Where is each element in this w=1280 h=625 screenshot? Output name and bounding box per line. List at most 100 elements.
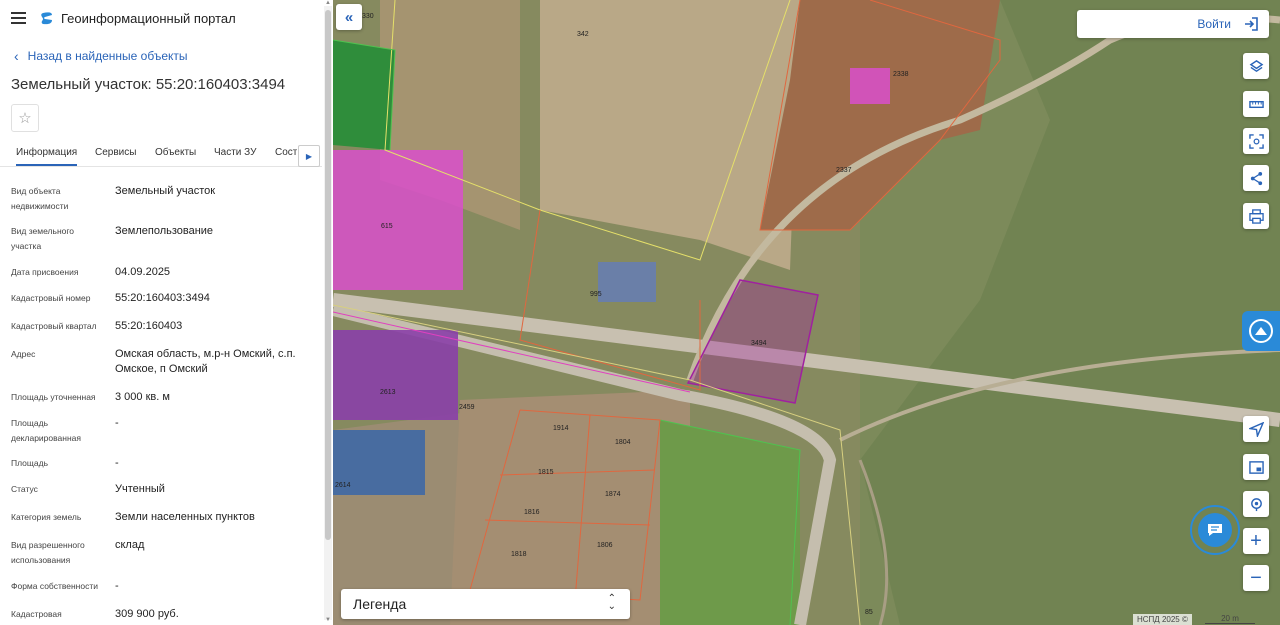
property-value: склад xyxy=(115,539,145,551)
top-bar: Геоинформационный портал xyxy=(0,0,333,38)
plus-icon: + xyxy=(1250,530,1262,552)
tab-objects[interactable]: Объекты xyxy=(155,147,196,158)
property-label: Площадь декларированная xyxy=(11,418,81,443)
area-select-icon xyxy=(1248,133,1264,149)
print-icon xyxy=(1248,208,1264,224)
parcel-label: 342 xyxy=(577,31,589,38)
property-value: - xyxy=(115,457,119,469)
property-value: Землепользование xyxy=(115,225,214,237)
parcel-label: 1816 xyxy=(524,509,540,516)
parcel-label: 995 xyxy=(590,291,602,298)
locate-button[interactable] xyxy=(1243,416,1269,442)
double-chevron-left-icon: « xyxy=(344,8,354,26)
chevron-right-icon: ▶ xyxy=(305,151,313,161)
menu-icon[interactable] xyxy=(11,12,26,24)
parcel-label: 1874 xyxy=(605,491,621,498)
tab-parcel-parts[interactable]: Части ЗУ xyxy=(214,147,256,158)
property-label: Статус xyxy=(11,484,38,494)
back-to-results-link[interactable]: ‹ Назад в найденные объекты xyxy=(14,49,188,63)
sidebar: Геоинформационный портал ‹ Назад в найде… xyxy=(0,0,334,625)
parcel-label: 85 xyxy=(865,609,873,616)
parcel-label: 1804 xyxy=(615,439,631,446)
share-icon xyxy=(1250,171,1262,185)
property-label: Кадастровый квартал xyxy=(11,321,97,331)
parcel-label: 1815 xyxy=(538,469,554,476)
minimap-button[interactable] xyxy=(1243,454,1269,480)
layers-button[interactable] xyxy=(1243,53,1269,79)
zoom-in-button[interactable]: + xyxy=(1243,528,1269,554)
login-label: Войти xyxy=(1197,17,1231,31)
parcel-label: 615 xyxy=(381,223,393,230)
print-button[interactable] xyxy=(1243,203,1269,229)
property-label: Вид разрешенного использования xyxy=(11,540,85,565)
property-label: Форма собственности xyxy=(11,581,98,591)
minus-icon: − xyxy=(1250,567,1262,589)
tab-services[interactable]: Сервисы xyxy=(95,147,136,158)
property-value: Учтенный xyxy=(115,483,165,495)
property-value: Омская область, м.р-н Омский, с.п. Омско… xyxy=(115,348,296,375)
property-value: Земельный участок xyxy=(115,185,216,197)
legend-dropdown[interactable]: Легенда ⌃ ⌄ xyxy=(341,589,630,619)
favorite-button[interactable]: ☆ xyxy=(11,104,39,132)
area-select-button[interactable] xyxy=(1243,128,1269,154)
legend-label: Легенда xyxy=(353,596,407,612)
service-logo-icon xyxy=(1249,319,1273,343)
satellite-map[interactable]: 330 342 2338 2337 615 995 3494 2613 2459… xyxy=(333,0,1280,625)
property-label: Кадастровая xyxy=(11,609,62,619)
service-panel-tab[interactable] xyxy=(1242,311,1280,351)
chat-icon xyxy=(1208,524,1222,536)
property-value: - xyxy=(115,580,119,592)
login-icon xyxy=(1245,17,1258,31)
parcel-label: 2614 xyxy=(335,482,351,489)
page-title: Земельный участок: 55:20:160403:3494 xyxy=(11,76,286,93)
parcel-label: 2337 xyxy=(836,167,852,174)
zoom-out-button[interactable]: − xyxy=(1243,565,1269,591)
parcel-label: 2613 xyxy=(380,389,396,396)
tabs-scroll-right-button[interactable]: ▶ xyxy=(298,145,320,167)
scroll-down-icon[interactable]: ▼ xyxy=(325,617,331,623)
geolocation-button[interactable] xyxy=(1243,491,1269,517)
property-label: Площадь уточненная xyxy=(11,392,96,402)
property-label: Площадь xyxy=(11,458,49,468)
back-link-label: Назад в найденные объекты xyxy=(27,49,188,63)
layers-icon xyxy=(1249,59,1263,72)
share-button[interactable] xyxy=(1243,165,1269,191)
chevron-left-icon: ‹ xyxy=(14,48,19,64)
property-label: Дата присвоения xyxy=(11,267,79,277)
tab-composition[interactable]: Состав xyxy=(275,147,297,158)
scroll-up-icon[interactable]: ▲ xyxy=(325,0,331,6)
collapse-panel-button[interactable]: « xyxy=(336,4,362,30)
property-value: 3 000 кв. м xyxy=(115,391,170,403)
property-label: Вид земельного участка xyxy=(11,226,75,251)
ruler-icon xyxy=(1248,100,1264,108)
property-value: Земли населенных пунктов xyxy=(115,511,255,523)
picture-in-picture-icon xyxy=(1248,460,1264,474)
property-value: 04.09.2025 xyxy=(115,266,171,278)
property-value: - xyxy=(115,417,119,429)
property-label: Категория земель xyxy=(11,512,82,522)
sidebar-scrollbar-thumb[interactable] xyxy=(325,10,331,540)
location-pin-icon xyxy=(1250,497,1262,511)
property-value: 55:20:160403 xyxy=(115,320,183,332)
property-label: Адрес xyxy=(11,349,36,359)
parcel-label: 2338 xyxy=(893,71,909,78)
parcel-label: 3494 xyxy=(751,340,767,347)
ruler-button[interactable] xyxy=(1243,91,1269,117)
navigation-arrow-icon xyxy=(1248,421,1264,437)
chat-button[interactable] xyxy=(1190,505,1240,555)
parcel-label: 1914 xyxy=(553,425,569,432)
star-icon: ☆ xyxy=(18,110,32,127)
property-label: Кадастровый номер xyxy=(11,293,91,303)
map-view[interactable]: 330 342 2338 2337 615 995 3494 2613 2459… xyxy=(333,0,1280,625)
property-value: 309 900 руб. xyxy=(115,608,179,620)
parcel-label: 2459 xyxy=(459,404,475,411)
app-title: Геоинформационный портал xyxy=(61,11,236,26)
tab-information[interactable]: Информация xyxy=(16,147,78,166)
copyright-text: НСПД 2025 © xyxy=(1133,614,1192,625)
parcel-label: 1806 xyxy=(597,542,613,549)
portal-logo-icon xyxy=(41,12,52,25)
expand-collapse-icon: ⌃ ⌄ xyxy=(607,593,616,612)
property-label: Вид объекта недвижимости xyxy=(11,186,69,211)
login-button[interactable]: Войти xyxy=(1077,10,1269,38)
parcel-label: 1818 xyxy=(511,551,527,558)
